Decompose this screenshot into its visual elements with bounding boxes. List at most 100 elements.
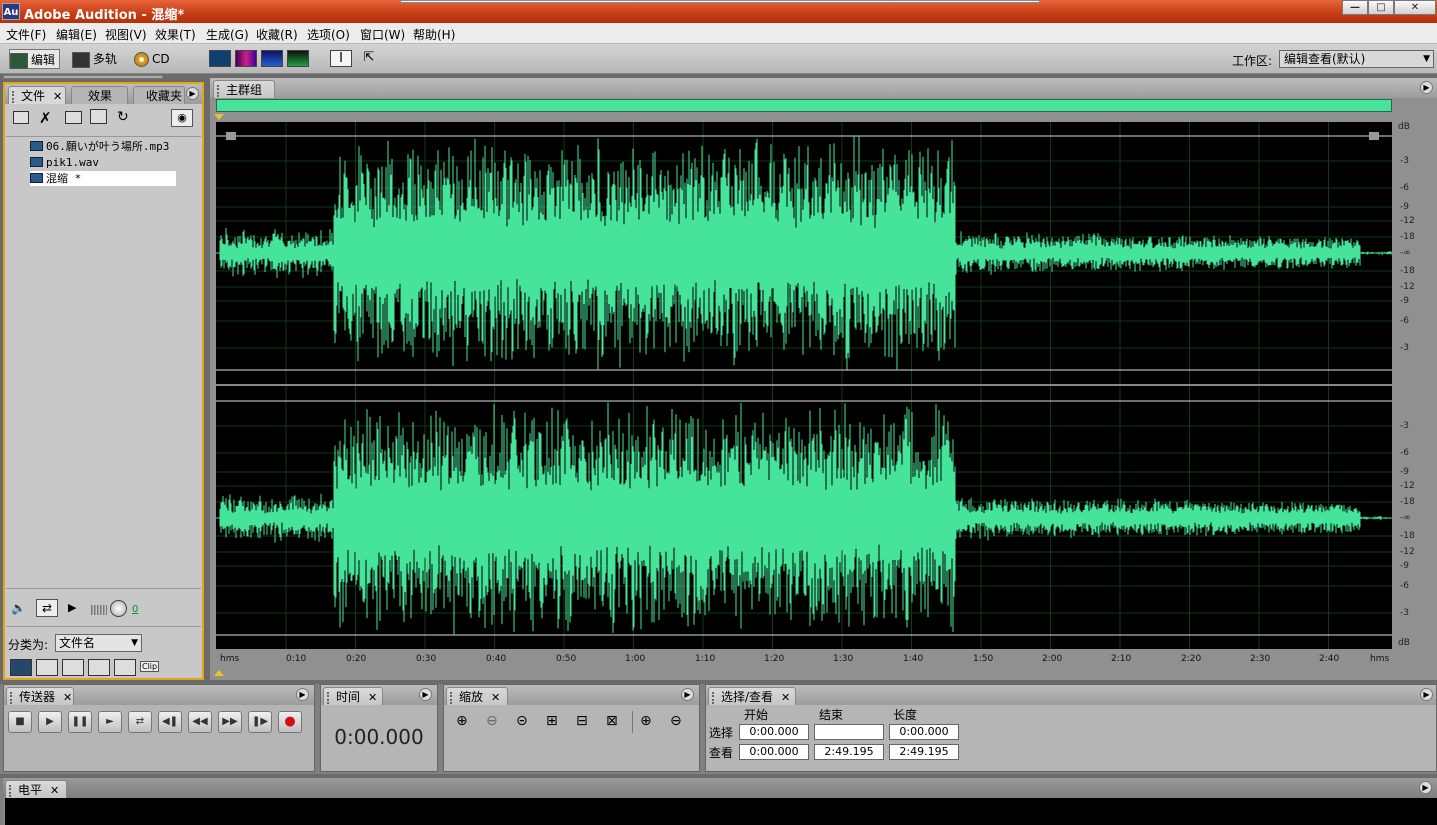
selection-length-field[interactable]: 0:00.000 (889, 724, 959, 740)
volume-knob[interactable] (110, 600, 127, 617)
auto-play-icon[interactable]: ◉ (171, 109, 193, 127)
tab-main-group[interactable]: 主群组 (213, 80, 275, 98)
clip-button[interactable]: Clip (140, 661, 160, 672)
selection-start-field[interactable]: 0:00.000 (739, 724, 809, 740)
panel-menu-icon[interactable]: ▶ (186, 87, 199, 100)
menu-effects[interactable]: 效果(T) (155, 26, 196, 43)
tab-time[interactable]: 时间 ✕ (323, 687, 383, 705)
rewind-button[interactable]: ◀◀ (188, 711, 212, 733)
cd-view-button[interactable]: CD (134, 49, 170, 69)
overview-bar[interactable] (216, 99, 1392, 112)
files-panel-header: 文件 ✕ 效果 收藏夹 ▶ (5, 84, 202, 104)
play-from-cursor-button[interactable]: ► (98, 711, 122, 733)
midi-filter-icon[interactable] (88, 659, 110, 676)
sort-select[interactable]: 文件名 ▼ (55, 634, 142, 652)
speaker-icon: 🔈 (11, 601, 26, 615)
selection-end-field[interactable] (814, 724, 884, 740)
menu-options[interactable]: 选项(O) (307, 26, 350, 43)
menu-file[interactable]: 文件(F) (6, 26, 46, 43)
close-file-icon[interactable]: ✗ (39, 109, 52, 127)
panel-scrollbar[interactable] (3, 75, 163, 79)
time-tick-label: 2:20 (1181, 654, 1202, 664)
video-filter-icon[interactable] (62, 659, 84, 676)
waveform-display[interactable] (216, 122, 1392, 649)
close-icon[interactable]: ✕ (491, 691, 500, 704)
panel-menu-icon[interactable]: ▶ (1420, 688, 1433, 701)
waveform-display-icon[interactable] (209, 50, 231, 67)
tab-transport[interactable]: 传送器 ✕ (6, 687, 74, 705)
insert-multitrack-icon[interactable] (65, 111, 82, 124)
spectral-display-icon[interactable] (235, 50, 257, 67)
loop-play-button[interactable]: ⇄ (128, 711, 152, 733)
play-button[interactable]: ▶ (38, 711, 62, 733)
list-item[interactable]: 06.願いが叶う場所.mp3 (30, 139, 169, 154)
loop-button[interactable]: ⇄ (36, 599, 58, 617)
minimize-icon[interactable]: — (1342, 0, 1368, 15)
play-icon[interactable]: ▶ (68, 601, 76, 614)
menu-help[interactable]: 帮助(H) (413, 26, 455, 43)
multitrack-view-button[interactable]: 多轨 (72, 49, 117, 69)
zoom-selection-icon[interactable]: ⊞ (546, 713, 558, 729)
insert-cd-icon[interactable] (90, 109, 107, 124)
workspace-select[interactable]: 编辑查看(默认) ▼ (1279, 50, 1434, 68)
close-icon[interactable]: ✕ (50, 784, 59, 797)
move-copy-tool-icon[interactable]: ⇱ (358, 50, 380, 67)
go-to-start-button[interactable]: ◀❚ (158, 711, 182, 733)
view-end-field[interactable]: 2:49.195 (814, 744, 884, 760)
zoom-right-edge-icon[interactable]: ⊠ (606, 713, 618, 729)
envelope-handle-icon[interactable] (1369, 132, 1379, 140)
spectral-phase-icon[interactable] (287, 50, 309, 67)
tab-zoom[interactable]: 缩放 ✕ (446, 687, 508, 705)
list-item[interactable]: pik1.wav (30, 155, 99, 170)
close-icon[interactable]: ✕ (781, 691, 790, 704)
record-button[interactable]: ● (278, 711, 302, 733)
zoom-out-full-icon[interactable]: ⊝ (516, 713, 528, 729)
zoom-out-vertical-icon[interactable]: ⊖ (670, 713, 682, 729)
row-select-label: 选择 (709, 726, 734, 740)
playhead-marker-icon[interactable] (214, 114, 224, 120)
menu-edit[interactable]: 编辑(E) (56, 26, 97, 43)
zoom-left-edge-icon[interactable]: ⊟ (576, 713, 588, 729)
open-file-icon[interactable] (13, 111, 29, 124)
close-icon[interactable]: ✕ (53, 90, 62, 103)
fast-forward-button[interactable]: ▶▶ (218, 711, 242, 733)
panel-menu-icon[interactable]: ▶ (296, 688, 309, 701)
tab-favorites[interactable]: 收藏夹 (133, 86, 185, 104)
close-icon[interactable]: ✕ (368, 691, 377, 704)
tab-selection-view[interactable]: 选择/查看 ✕ (708, 687, 796, 705)
time-selection-tool-icon[interactable]: I (330, 50, 352, 67)
menu-window[interactable]: 窗口(W) (360, 26, 405, 43)
panel-menu-icon[interactable]: ▶ (1419, 781, 1432, 794)
maximize-icon[interactable]: □ (1368, 0, 1394, 15)
view-start-field[interactable]: 0:00.000 (739, 744, 809, 760)
panel-menu-icon[interactable]: ▶ (419, 688, 432, 701)
go-to-end-button[interactable]: ❚▶ (248, 711, 272, 733)
spectral-pan-icon[interactable] (261, 50, 283, 67)
tab-level[interactable]: 电平 ✕ (5, 780, 67, 798)
pause-button[interactable]: ❚❚ (68, 711, 92, 733)
panel-menu-icon[interactable]: ▶ (681, 688, 694, 701)
close-icon[interactable]: ✕ (63, 691, 72, 704)
tab-files[interactable]: 文件 ✕ (8, 86, 66, 104)
zoom-in-vertical-icon[interactable]: ⊕ (640, 713, 652, 729)
zoom-out-horizontal-icon[interactable]: ⊖ (486, 713, 498, 729)
stop-button[interactable]: ■ (8, 711, 32, 733)
list-item[interactable]: 混缩 * (30, 171, 176, 186)
volume-value: 0 (132, 604, 139, 615)
db-tick-label: -9 (1400, 561, 1409, 571)
edit-view-button[interactable]: 编辑 (9, 49, 61, 69)
panel-menu-icon[interactable]: ▶ (1420, 81, 1433, 94)
db-tick-label: -3 (1400, 608, 1409, 618)
menu-generate[interactable]: 生成(G) (206, 26, 249, 43)
close-icon[interactable]: ✕ (1394, 0, 1436, 15)
envelope-handle-icon[interactable] (226, 132, 236, 140)
menu-view[interactable]: 视图(V) (105, 26, 147, 43)
tab-effects[interactable]: 效果 (71, 86, 128, 104)
import-icon[interactable]: ↻ (117, 109, 129, 125)
zoom-in-horizontal-icon[interactable]: ⊕ (456, 713, 468, 729)
filter-icon[interactable] (114, 659, 136, 676)
audio-filter-icon[interactable] (10, 659, 32, 676)
loop-filter-icon[interactable] (36, 659, 58, 676)
view-length-field[interactable]: 2:49.195 (889, 744, 959, 760)
menu-favorites[interactable]: 收藏(R) (256, 26, 298, 43)
